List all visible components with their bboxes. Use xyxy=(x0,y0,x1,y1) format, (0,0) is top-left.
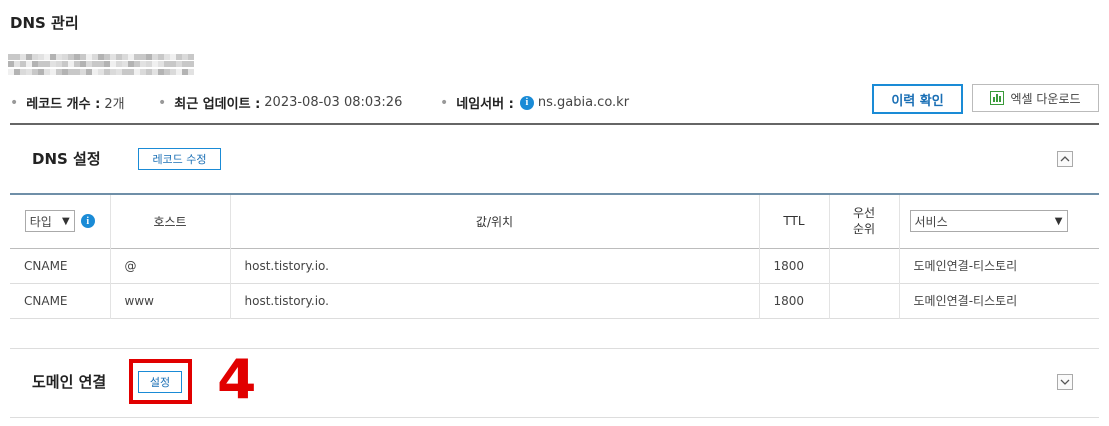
chevron-down-icon: ▼ xyxy=(1054,215,1063,227)
annotation-highlight-box xyxy=(129,359,192,404)
record-count-label: 레코드 개수 : xyxy=(26,97,101,112)
record-service: 도메인연결-티스토리 xyxy=(913,294,1018,308)
record-host: www xyxy=(110,283,231,318)
domain-connect-title: 도메인 연결 xyxy=(32,373,107,391)
annotation-step-number: 4 xyxy=(217,348,257,411)
record-value: host.tistory.io. xyxy=(230,283,760,318)
expand-domain-connect-button[interactable] xyxy=(1057,374,1073,390)
nameserver-value: ns.gabia.co.kr xyxy=(537,95,630,110)
record-priority xyxy=(829,283,900,318)
chevron-down-icon: ▼ xyxy=(62,215,70,227)
record-count: • 레코드 개수 : 2개 xyxy=(10,94,125,113)
record-host: @ xyxy=(110,248,231,283)
last-update: • 최근 업데이트 : 2023-08-03 08:03:26 xyxy=(158,94,403,113)
priority-column-header: 우선 순위 xyxy=(829,194,900,248)
page-title: DNS 관리 xyxy=(10,14,79,32)
divider xyxy=(10,417,1099,418)
table-row: CNAME @ host.tistory.io. 1800 도메인연결-티스토리 xyxy=(10,248,1099,283)
collapse-dns-section-button[interactable] xyxy=(1057,151,1073,167)
nameserver: • 네임서버 : i ns.gabia.co.kr xyxy=(440,94,630,113)
record-ttl: 1800 xyxy=(759,283,830,318)
last-update-label: 최근 업데이트 : xyxy=(174,97,261,112)
table-row: CNAME www host.tistory.io. 1800 도메인연결-티스… xyxy=(10,283,1099,318)
domain-name-blurred xyxy=(8,54,194,76)
record-ttl: 1800 xyxy=(759,248,830,283)
dns-records-table: 타입 ▼ i 호스트 값/위치 TTL 우선 순위 서비스 ▼ CNAME @ hos… xyxy=(10,193,1099,319)
divider xyxy=(10,123,1099,125)
history-button[interactable]: 이력 확인 xyxy=(872,84,963,114)
excel-download-button[interactable]: 엑셀 다운로드 xyxy=(972,84,1099,112)
ttl-column-header: TTL xyxy=(759,194,830,248)
record-type: CNAME xyxy=(10,248,111,283)
service-column-header: 서비스 ▼ xyxy=(899,194,1099,248)
excel-chart-icon xyxy=(990,91,1005,105)
edit-records-button[interactable]: 레코드 수정 xyxy=(138,148,221,170)
record-count-value: 2개 xyxy=(104,97,125,112)
host-column-header: 호스트 xyxy=(110,194,231,248)
type-filter-select[interactable]: 타입 ▼ xyxy=(24,210,75,233)
dns-section-title: DNS 설정 xyxy=(32,150,101,168)
divider xyxy=(10,348,1099,349)
record-value: host.tistory.io. xyxy=(230,248,760,283)
record-priority xyxy=(829,248,900,283)
info-icon[interactable]: i xyxy=(519,95,534,110)
value-column-header: 값/위치 xyxy=(230,194,760,248)
type-info-icon[interactable]: i xyxy=(80,214,95,229)
table-header-row: 타입 ▼ i 호스트 값/위치 TTL 우선 순위 서비스 ▼ xyxy=(10,194,1099,248)
excel-download-label: 엑셀 다운로드 xyxy=(1010,91,1081,106)
service-filter-select[interactable]: 서비스 ▼ xyxy=(909,210,1068,233)
chevron-down-icon xyxy=(1060,379,1070,385)
record-type: CNAME xyxy=(10,283,111,318)
record-service: 도메인연결-티스토리 xyxy=(913,259,1018,273)
nameserver-label: 네임서버 : xyxy=(456,97,514,112)
type-column-header: 타입 ▼ i xyxy=(10,194,111,248)
chevron-up-icon xyxy=(1060,156,1070,162)
last-update-value: 2023-08-03 08:03:26 xyxy=(264,95,403,110)
